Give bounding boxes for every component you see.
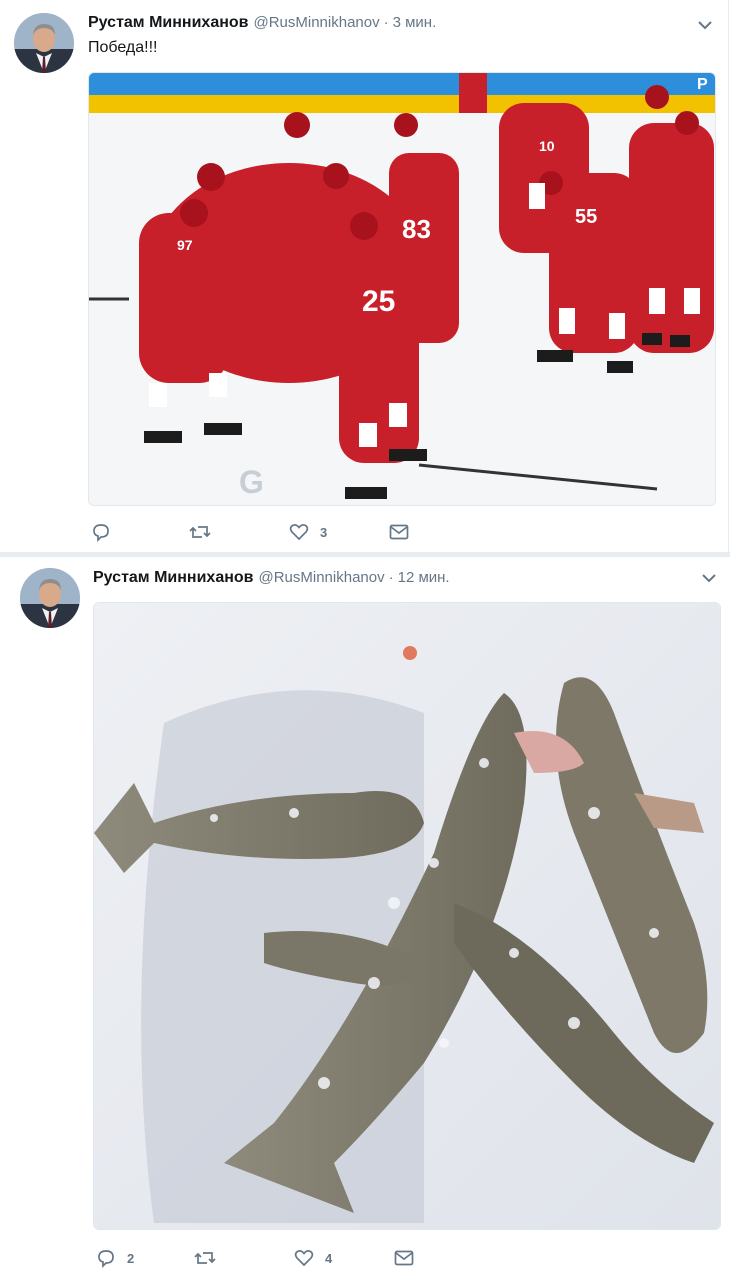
direct-message-button[interactable] (393, 1247, 415, 1269)
tweet-actions: 3 (90, 521, 490, 543)
separator: · (383, 14, 389, 31)
svg-text:83: 83 (402, 214, 431, 244)
tweet-1[interactable]: Рустам Минниханов @RusMinnikhanov · 3 ми… (0, 0, 729, 552)
heart-icon (294, 1249, 314, 1267)
tweet-header: Рустам Минниханов @RusMinnikhanov · 3 ми… (88, 14, 436, 32)
tweet-actions: 2 4 (95, 1247, 495, 1269)
tweet-2[interactable]: Рустам Минниханов @RusMinnikhanov · 12 м… (0, 557, 730, 1280)
author-name[interactable]: Рустам Минниханов (88, 14, 248, 32)
author-name[interactable]: Рустам Минниханов (93, 569, 253, 587)
direct-message-button[interactable] (388, 521, 410, 543)
svg-text:G: G (239, 464, 264, 500)
retweet-icon (194, 1252, 216, 1264)
envelope-icon (389, 524, 409, 540)
svg-text:25: 25 (362, 285, 395, 318)
svg-text:97: 97 (177, 237, 193, 253)
like-button[interactable]: 3 (288, 521, 327, 543)
author-handle[interactable]: @RusMinnikhanov (258, 569, 384, 586)
tweet-photo[interactable]: P G 25 83 55 10 97 (88, 72, 716, 506)
chevron-down-icon[interactable] (700, 569, 718, 587)
reply-button[interactable]: 2 (95, 1247, 134, 1269)
retweet-icon (189, 526, 211, 538)
timestamp[interactable]: 12 мин. (398, 569, 450, 586)
reply-count: 2 (127, 1250, 135, 1266)
reply-button[interactable] (90, 521, 122, 543)
svg-text:55: 55 (575, 206, 597, 228)
tweet-photo[interactable] (93, 602, 721, 1230)
tweet-text: Победа!!! (88, 39, 158, 56)
reply-icon (98, 1250, 114, 1269)
avatar[interactable] (20, 568, 80, 628)
avatar[interactable] (14, 13, 74, 73)
timestamp[interactable]: 3 мин. (393, 14, 437, 31)
envelope-icon (394, 1250, 414, 1266)
heart-icon (289, 523, 309, 541)
reply-icon (93, 524, 109, 543)
author-handle[interactable]: @RusMinnikhanov (253, 14, 379, 31)
chevron-down-icon[interactable] (696, 16, 714, 34)
svg-text:P: P (697, 76, 708, 93)
retweet-button[interactable] (188, 521, 222, 543)
like-count: 3 (320, 524, 328, 540)
svg-text:10: 10 (539, 138, 555, 154)
separator: · (388, 569, 394, 586)
like-button[interactable]: 4 (293, 1247, 332, 1269)
tweet-header: Рустам Минниханов @RusMinnikhanov · 12 м… (93, 569, 450, 587)
like-count: 4 (325, 1250, 333, 1266)
retweet-button[interactable] (193, 1247, 227, 1269)
